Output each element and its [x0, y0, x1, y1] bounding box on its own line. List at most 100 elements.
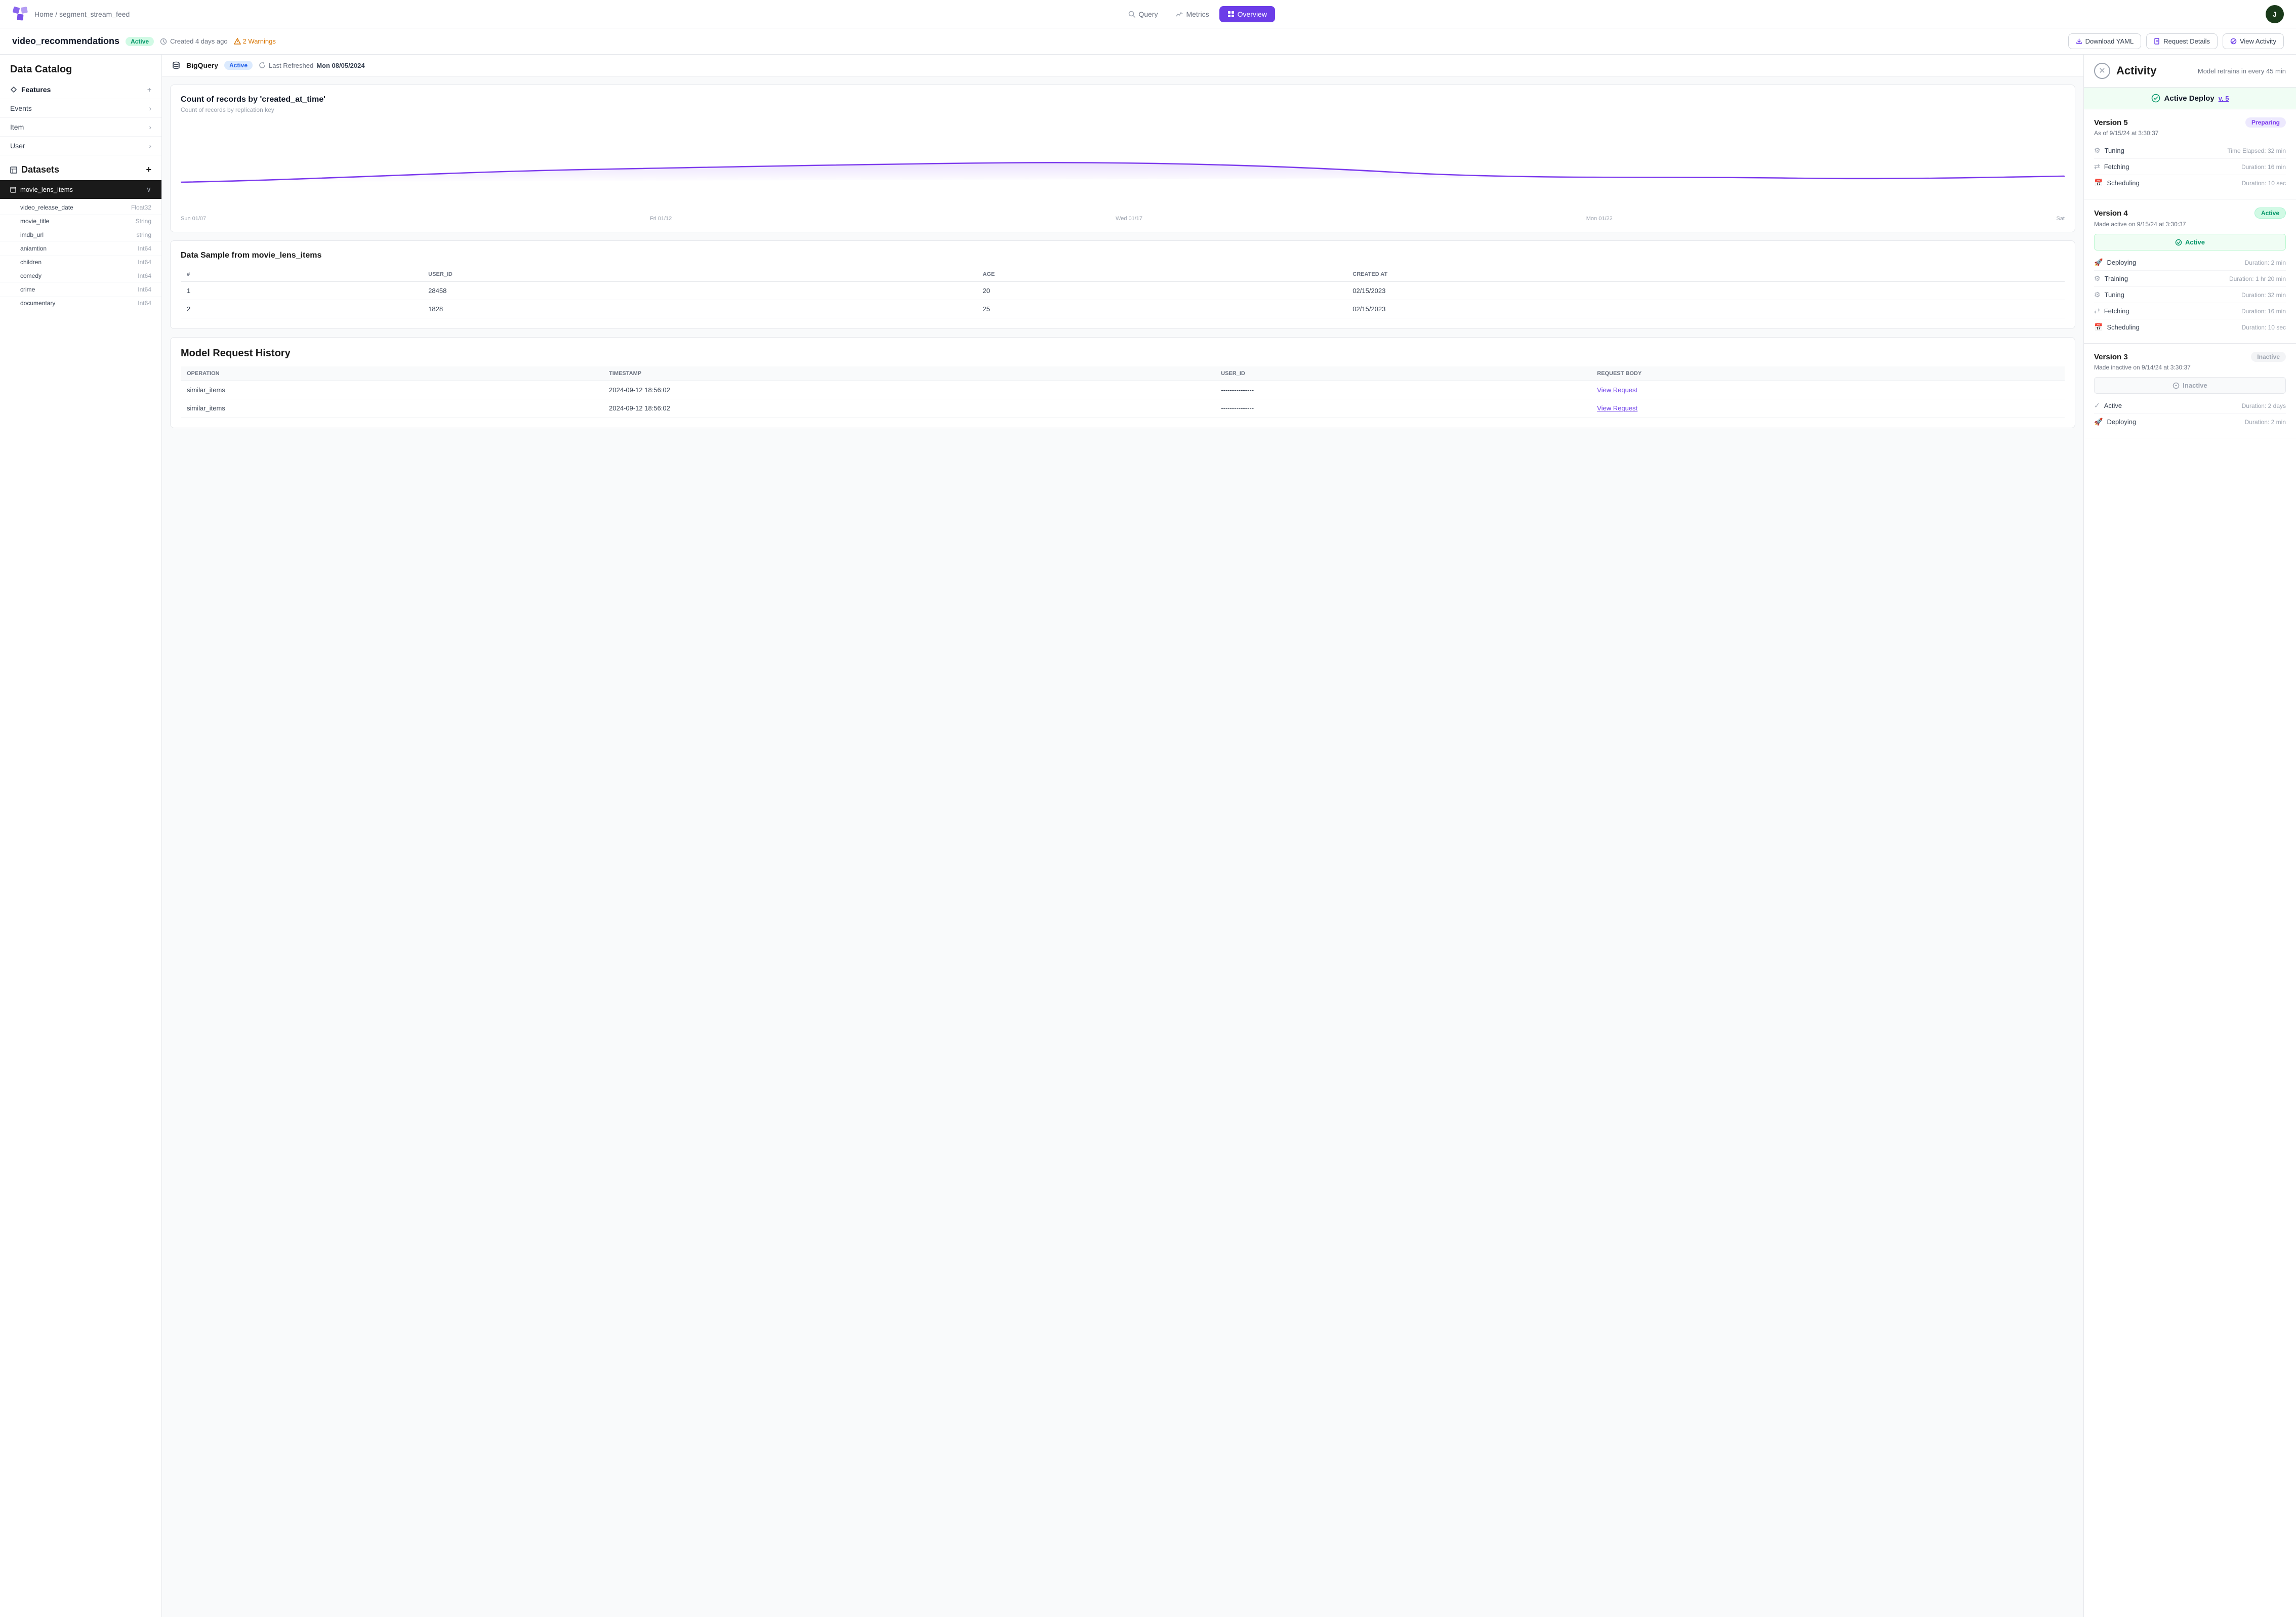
view-request-link[interactable]: View Request [1597, 404, 1637, 412]
version-4-badge: Active [2254, 208, 2286, 219]
download-yaml-button[interactable]: Download YAML [2068, 33, 2142, 49]
activity-title: Activity [2116, 64, 2156, 77]
history-table: OPERATION TIMESTAMP USER_ID REQUEST BODY… [181, 366, 2065, 418]
chevron-down-icon: ∨ [146, 185, 151, 194]
deploy-icon: 🚀 [2094, 418, 2103, 426]
fetching-icon: ⇄ [2094, 307, 2100, 315]
dataset-icon [10, 187, 16, 193]
calendar-icon: 📅 [2094, 323, 2103, 331]
tuning-icon: ⚙ [2094, 291, 2101, 299]
step-scheduling: 📅 Scheduling Duration: 10 sec [2094, 175, 2286, 191]
features-section[interactable]: Features + [0, 80, 161, 99]
warnings-badge[interactable]: 2 Warnings [234, 37, 276, 45]
retrain-info: Model retrains in every 45 min [2198, 67, 2286, 75]
sub-header: video_recommendations Active Created 4 d… [0, 28, 2296, 55]
step-deploying: 🚀 Deploying Duration: 2 min [2094, 255, 2286, 271]
column-documentary: documentary Int64 [0, 297, 161, 310]
top-nav: Home / segment_stream_feed Query Metrics… [0, 0, 2296, 28]
column-children: children Int64 [0, 256, 161, 269]
activity-icon [2230, 38, 2237, 45]
step-training: ⚙ Training Duration: 1 hr 20 min [2094, 271, 2286, 287]
datasource-status-badge: Active [224, 61, 253, 70]
datasource-bar: BigQuery Active Last Refreshed Mon 08/05… [162, 55, 2083, 76]
chevron-right-icon: › [149, 142, 151, 150]
calendar-icon: 📅 [2094, 179, 2103, 187]
data-catalog-header: Data Catalog [0, 55, 161, 80]
data-sample-section: Data Sample from movie_lens_items # USER… [170, 240, 2075, 329]
step-tuning-v4: ⚙ Tuning Duration: 32 min [2094, 287, 2286, 303]
features-icon [10, 86, 17, 93]
grid-icon [1227, 11, 1235, 18]
step-scheduling-v4: 📅 Scheduling Duration: 10 sec [2094, 319, 2286, 335]
datasets-header: Datasets + [0, 155, 161, 180]
active-deploy-version-link[interactable]: v. 5 [2219, 95, 2229, 102]
column-imdb-url: imdb_url string [0, 228, 161, 242]
dataset-columns: video_release_date Float32 movie_title S… [0, 199, 161, 312]
logo-icon [12, 6, 28, 22]
data-sample-table: # USER_ID AGE CREATED AT 1 28458 20 02/1… [181, 267, 2065, 318]
warning-icon [234, 38, 241, 45]
request-details-button[interactable]: Request Details [2146, 33, 2218, 49]
activity-panel: ✕ Activity Model retrains in every 45 mi… [2083, 55, 2296, 1617]
step-fetching: ⇄ Fetching Duration: 16 min [2094, 159, 2286, 175]
column-video-release-date: video_release_date Float32 [0, 201, 161, 215]
tab-overview[interactable]: Overview [1219, 6, 1275, 22]
catalog-title: Data Catalog [10, 64, 72, 75]
breadcrumb: Home / segment_stream_feed [34, 10, 130, 18]
tuning-icon: ⚙ [2094, 146, 2101, 155]
view-request-link[interactable]: View Request [1597, 386, 1637, 394]
check-circle-icon [2151, 94, 2160, 103]
tab-metrics[interactable]: Metrics [1168, 6, 1217, 22]
search-icon [1128, 11, 1135, 18]
data-sample-title: Data Sample from movie_lens_items [181, 251, 2065, 260]
avatar: J [2266, 5, 2284, 23]
plus-icon: + [147, 86, 151, 94]
add-dataset-button[interactable]: + [146, 164, 151, 175]
chart-svg [181, 121, 2065, 213]
version-5-badge: Preparing [2245, 117, 2286, 128]
chart-title: Count of records by 'created_at_time' [181, 95, 2065, 104]
main-layout: Data Catalog Features + Events › Item › … [0, 55, 2296, 1617]
refresh-icon [259, 62, 266, 69]
table-row: 1 28458 20 02/15/2023 [181, 282, 2065, 300]
inactive-icon [2172, 382, 2180, 389]
check-icon: ✓ [2094, 401, 2100, 410]
table-icon [10, 167, 17, 174]
dataset-movie-lens[interactable]: movie_lens_items ∨ [0, 180, 161, 199]
chart-x-axis: Sun 01/07 Fri 01/12 Wed 01/17 Mon 01/22 … [181, 213, 2065, 222]
activity-header: ✕ Activity Model retrains in every 45 mi… [2084, 55, 2296, 88]
history-title: Model Request History [181, 348, 2065, 359]
close-activity-button[interactable]: ✕ [2094, 63, 2110, 79]
nav-item-user[interactable]: User › [0, 137, 161, 155]
training-icon: ⚙ [2094, 274, 2101, 283]
model-history-section: Model Request History OPERATION TIMESTAM… [170, 337, 2075, 428]
tab-query[interactable]: Query [1120, 6, 1166, 22]
nav-left: Home / segment_stream_feed [12, 6, 130, 22]
column-comedy: comedy Int64 [0, 269, 161, 283]
step-deploying-v3: 🚀 Deploying Duration: 2 min [2094, 414, 2286, 430]
created-info: Created 4 days ago [160, 37, 227, 45]
chart-area [181, 121, 2065, 213]
view-activity-button[interactable]: View Activity [2223, 33, 2284, 49]
clock-icon [160, 38, 167, 45]
v4-status-bar: Active [2094, 234, 2286, 251]
nav-item-item[interactable]: Item › [0, 118, 161, 137]
nav-item-events[interactable]: Events › [0, 99, 161, 118]
table-row: 2 1828 25 02/15/2023 [181, 300, 2065, 318]
chart-icon [1176, 11, 1183, 18]
column-aniamtion: aniamtion Int64 [0, 242, 161, 256]
history-row: similar_items 2024-09-12 18:56:02 ------… [181, 381, 2065, 399]
sub-header-right: Download YAML Request Details View Activ… [2068, 33, 2284, 49]
step-active-v3: ✓ Active Duration: 2 days [2094, 398, 2286, 414]
chevron-right-icon: › [149, 104, 151, 112]
left-panel: Data Catalog Features + Events › Item › … [0, 55, 162, 1617]
column-movie-title: movie_title String [0, 215, 161, 228]
center-panel: BigQuery Active Last Refreshed Mon 08/05… [162, 55, 2083, 1617]
column-crime: crime Int64 [0, 283, 161, 297]
chart-subtitle: Count of records by replication key [181, 106, 2065, 113]
deploy-icon: 🚀 [2094, 258, 2103, 267]
version-3-badge: Inactive [2251, 352, 2286, 362]
check-icon [2175, 239, 2182, 246]
file-icon [2154, 38, 2160, 45]
version-5-section: Version 5 Preparing As of 9/15/24 at 3:3… [2084, 109, 2296, 199]
